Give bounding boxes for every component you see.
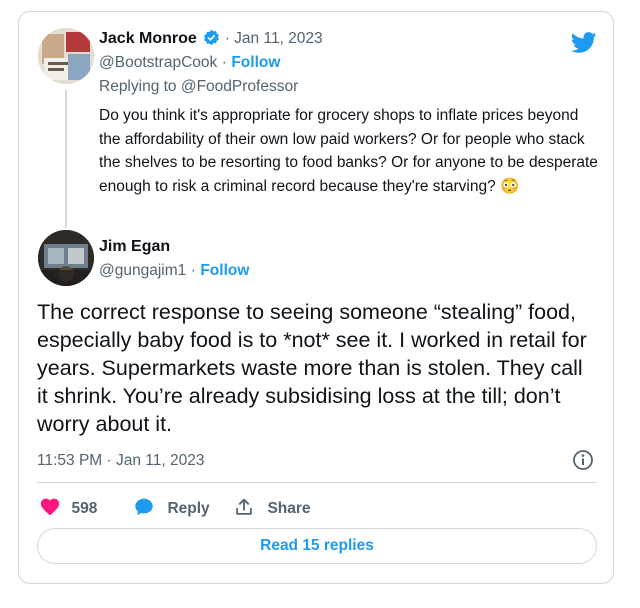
separator-dot: · [221, 54, 227, 71]
actions-divider [37, 482, 597, 483]
quoted-tweet-text-block: Do you think it's appropriate for grocer… [99, 104, 599, 198]
like-action[interactable]: 598 [39, 496, 97, 518]
quoted-handle-row: @BootstrapCook · Follow [99, 54, 280, 72]
main-handle[interactable]: @gungajim1 [99, 262, 186, 279]
quoted-author-row: Jack Monroe · Jan 11, 2023 [99, 29, 323, 48]
reply-label: Reply [167, 500, 210, 517]
main-author-row: Jim Egan [99, 238, 170, 256]
reply-bubble-icon [135, 498, 153, 516]
heart-icon [40, 498, 60, 516]
share-icon [236, 498, 252, 515]
avatar-jack-monroe[interactable] [38, 28, 94, 84]
like-count: 598 [71, 500, 98, 517]
tweet-card: Jack Monroe · Jan 11, 2023 @BootstrapCoo… [18, 11, 614, 584]
main-author-name[interactable]: Jim Egan [99, 238, 170, 255]
replying-to[interactable]: Replying to @FoodProfessor [99, 78, 298, 96]
info-icon[interactable] [572, 449, 594, 471]
main-handle-row: @gungajim1 · Follow [99, 262, 249, 280]
main-tweet-text: The correct response to seeing someone “… [37, 300, 587, 436]
quoted-handle[interactable]: @BootstrapCook [99, 54, 217, 71]
twitter-bird-icon[interactable] [571, 32, 597, 54]
quoted-tweet-text: Do you think it's appropriate for grocer… [99, 107, 598, 195]
reply-action[interactable]: Reply [133, 496, 210, 518]
verified-badge-icon [204, 29, 220, 46]
avatar-jim-egan[interactable] [38, 230, 94, 286]
flushed-emoji: 😳 [500, 177, 520, 195]
quoted-author-name[interactable]: Jack Monroe [99, 30, 197, 47]
thread-connector-line [65, 90, 67, 228]
quoted-date[interactable]: · Jan 11, 2023 [225, 30, 323, 47]
follow-button-jack[interactable]: Follow [231, 54, 280, 71]
tweet-timestamp[interactable]: 11:53 PM · Jan 11, 2023 [37, 452, 204, 470]
read-replies-button[interactable]: Read 15 replies [37, 528, 597, 564]
follow-button-jim[interactable]: Follow [200, 262, 249, 279]
separator-dot: · [190, 262, 196, 279]
share-label: Share [267, 500, 311, 517]
share-action[interactable]: Share [233, 496, 311, 518]
